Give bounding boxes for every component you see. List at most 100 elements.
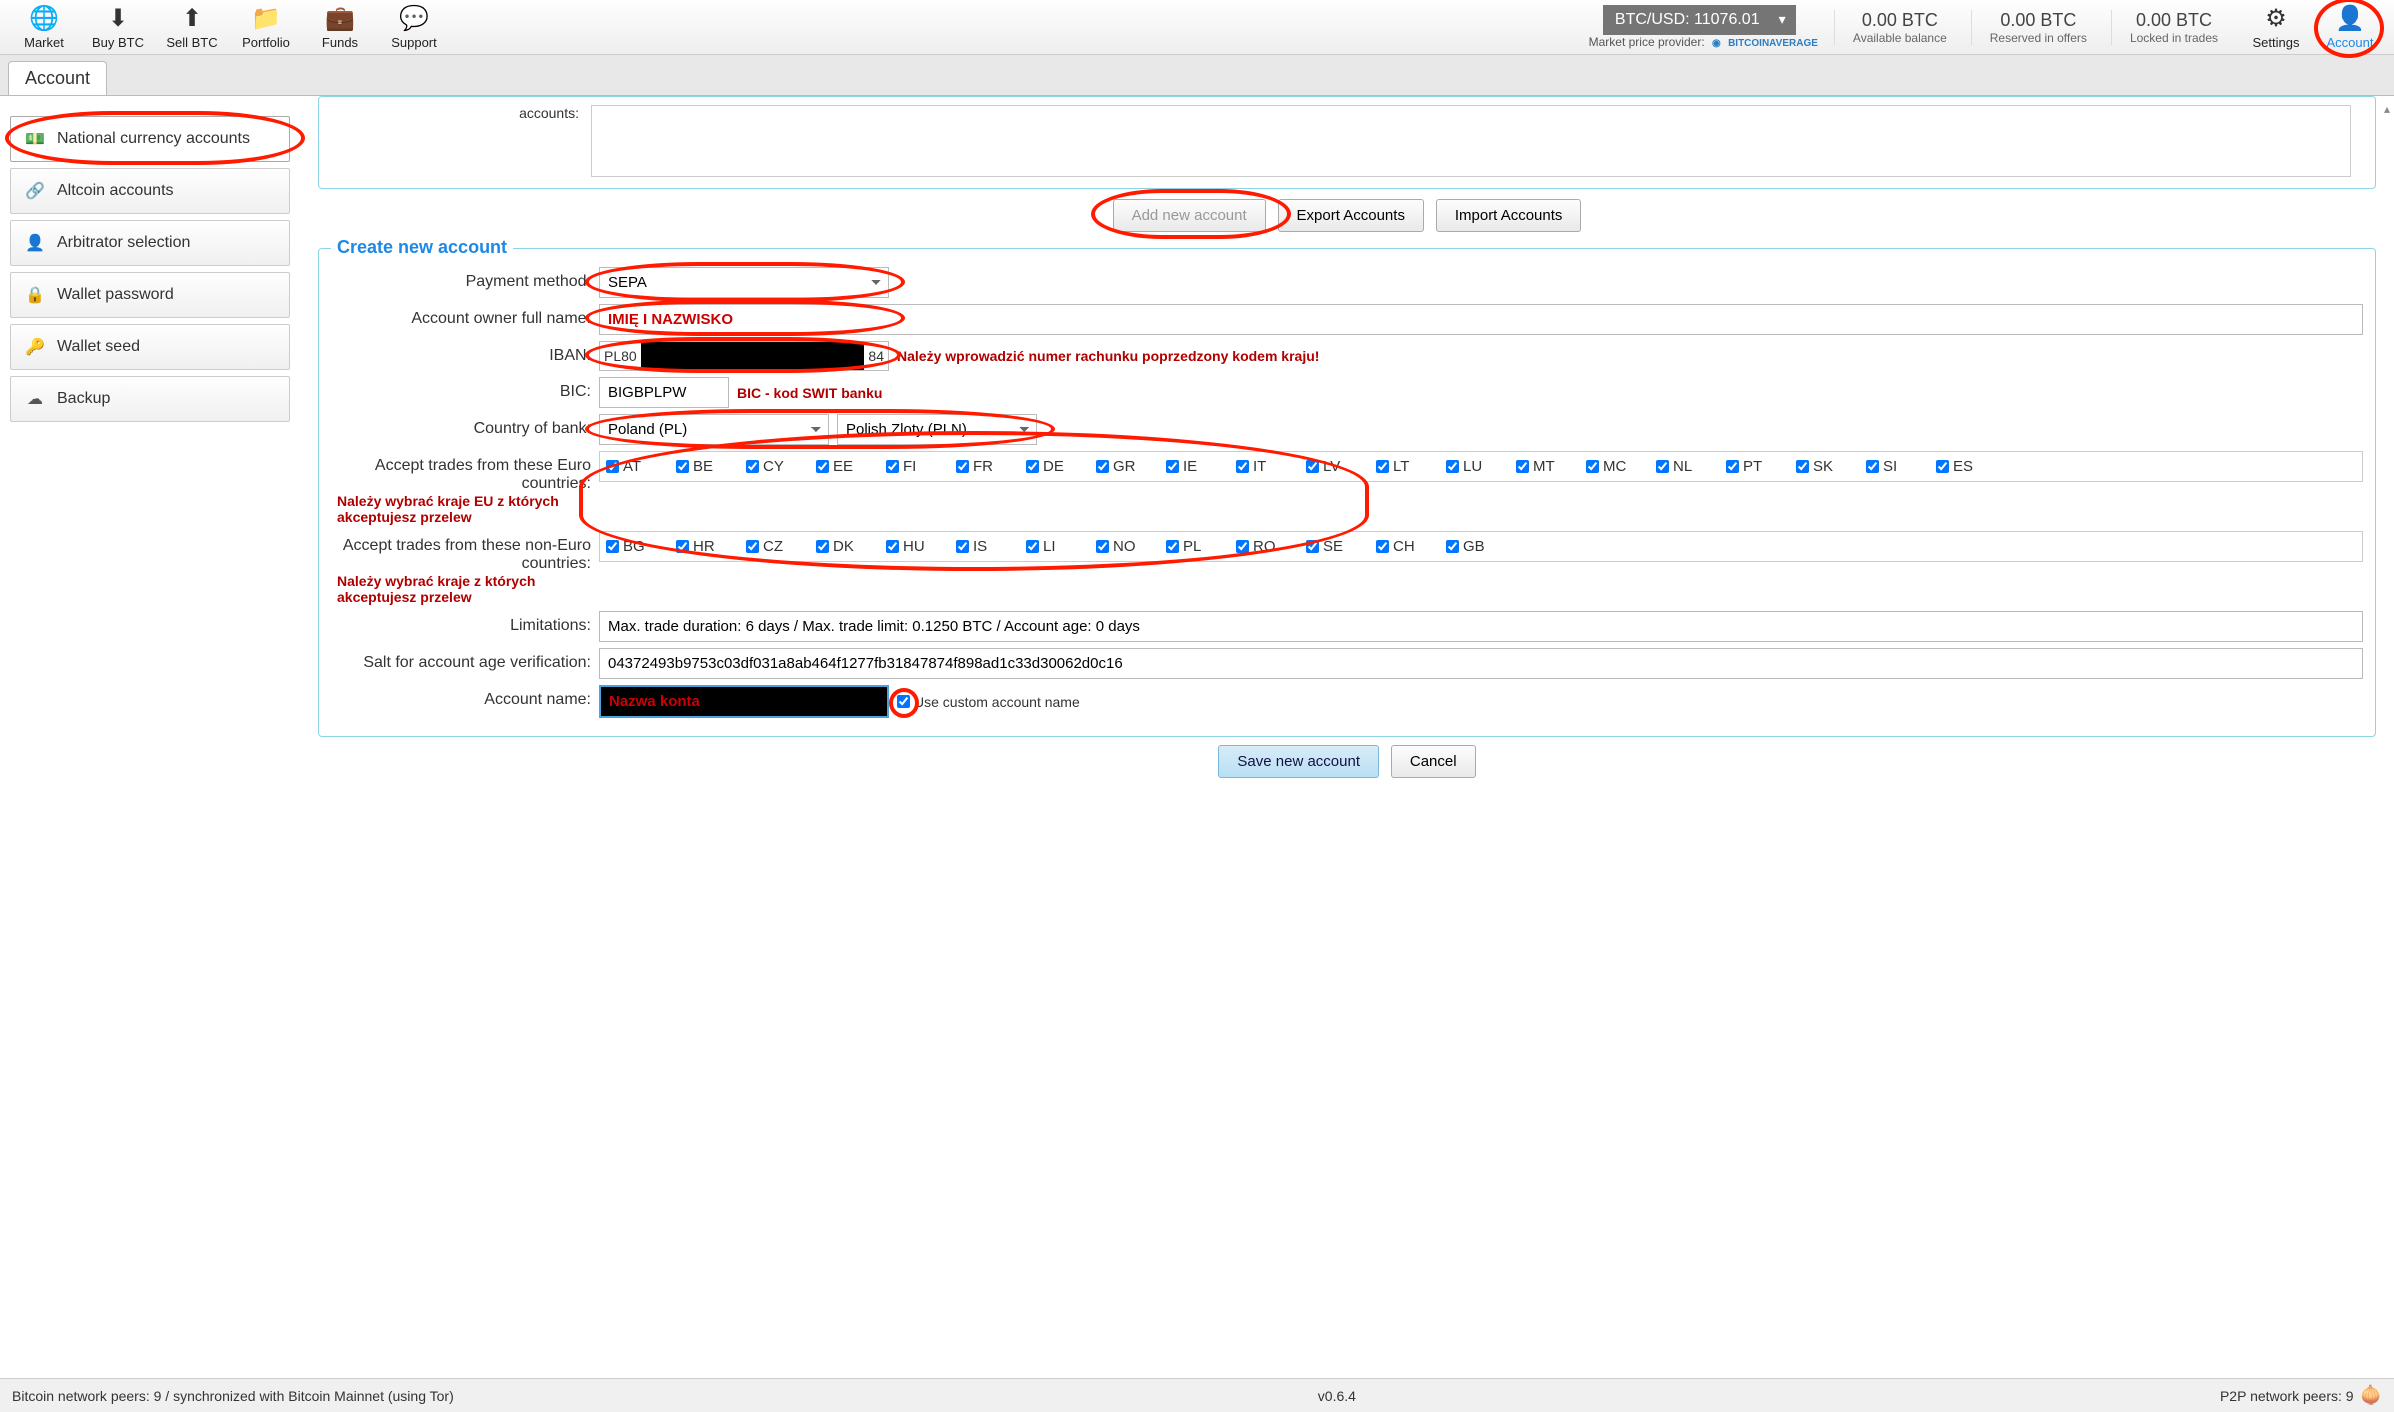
account-name-input[interactable] [599, 685, 889, 718]
country-checkbox-cz[interactable] [746, 540, 759, 553]
country-gb[interactable]: GB [1446, 538, 1508, 555]
country-de[interactable]: DE [1026, 458, 1088, 475]
country-checkbox-sk[interactable] [1796, 460, 1809, 473]
market-price-dropdown[interactable]: BTC/USD: 11076.01 [1603, 5, 1796, 35]
custom-name-checkbox[interactable] [897, 695, 910, 708]
sidebar-item-wallet-password[interactable]: 🔒 Wallet password [10, 272, 290, 318]
country-checkbox-ee[interactable] [816, 460, 829, 473]
country-checkbox-no[interactable] [1096, 540, 1109, 553]
country-is[interactable]: IS [956, 538, 1018, 555]
country-lu[interactable]: LU [1446, 458, 1508, 475]
country-pl[interactable]: PL [1166, 538, 1228, 555]
market-button[interactable]: 🌐 Market [10, 4, 78, 50]
country-es[interactable]: ES [1936, 458, 1998, 475]
country-be[interactable]: BE [676, 458, 738, 475]
country-checkbox-gr[interactable] [1096, 460, 1109, 473]
country-pt[interactable]: PT [1726, 458, 1788, 475]
country-checkbox-hr[interactable] [676, 540, 689, 553]
country-hu[interactable]: HU [886, 538, 948, 555]
account-button[interactable]: 👤 Account [2316, 4, 2384, 50]
funds-button[interactable]: 💼 Funds [306, 4, 374, 50]
buy-btc-button[interactable]: ⬇ Buy BTC [84, 4, 152, 50]
country-checkbox-ch[interactable] [1376, 540, 1389, 553]
country-checkbox-hu[interactable] [886, 540, 899, 553]
country-checkbox-pt[interactable] [1726, 460, 1739, 473]
sidebar-item-national-currency[interactable]: 💵 National currency accounts [10, 116, 290, 162]
country-checkbox-es[interactable] [1936, 460, 1949, 473]
country-checkbox-se[interactable] [1306, 540, 1319, 553]
sidebar-item-backup[interactable]: ☁ Backup [10, 376, 290, 422]
country-checkbox-lt[interactable] [1376, 460, 1389, 473]
country-mt[interactable]: MT [1516, 458, 1578, 475]
country-se[interactable]: SE [1306, 538, 1368, 555]
country-checkbox-fr[interactable] [956, 460, 969, 473]
country-select[interactable]: Poland (PL) [599, 414, 829, 445]
export-accounts-button[interactable]: Export Accounts [1278, 199, 1424, 232]
country-fr[interactable]: FR [956, 458, 1018, 475]
settings-button[interactable]: ⚙ Settings [2242, 4, 2310, 50]
country-ie[interactable]: IE [1166, 458, 1228, 475]
country-lv[interactable]: LV [1306, 458, 1368, 475]
country-mc[interactable]: MC [1586, 458, 1648, 475]
country-hr[interactable]: HR [676, 538, 738, 555]
country-gr[interactable]: GR [1096, 458, 1158, 475]
country-fi[interactable]: FI [886, 458, 948, 475]
country-checkbox-ro[interactable] [1236, 540, 1249, 553]
scroll-up-icon[interactable]: ▴ [2384, 102, 2390, 116]
save-new-account-button[interactable]: Save new account [1218, 745, 1379, 778]
portfolio-button[interactable]: 📁 Portfolio [232, 4, 300, 50]
country-checkbox-lu[interactable] [1446, 460, 1459, 473]
country-checkbox-li[interactable] [1026, 540, 1039, 553]
country-nl[interactable]: NL [1656, 458, 1718, 475]
country-at[interactable]: AT [606, 458, 668, 475]
country-checkbox-is[interactable] [956, 540, 969, 553]
country-cz[interactable]: CZ [746, 538, 808, 555]
country-checkbox-mc[interactable] [1586, 460, 1599, 473]
country-checkbox-nl[interactable] [1656, 460, 1669, 473]
accounts-list[interactable] [591, 105, 2351, 177]
country-checkbox-pl[interactable] [1166, 540, 1179, 553]
country-bg[interactable]: BG [606, 538, 668, 555]
country-cy[interactable]: CY [746, 458, 808, 475]
country-ch[interactable]: CH [1376, 538, 1438, 555]
add-new-account-button[interactable]: Add new account [1113, 199, 1266, 232]
country-checkbox-fi[interactable] [886, 460, 899, 473]
country-checkbox-ie[interactable] [1166, 460, 1179, 473]
country-checkbox-it[interactable] [1236, 460, 1249, 473]
country-it[interactable]: IT [1236, 458, 1298, 475]
country-si[interactable]: SI [1866, 458, 1928, 475]
country-checkbox-dk[interactable] [816, 540, 829, 553]
support-button[interactable]: 💬 Support [380, 4, 448, 50]
country-code: ES [1953, 458, 1973, 475]
country-ee[interactable]: EE [816, 458, 878, 475]
tab-account[interactable]: Account [8, 61, 107, 95]
country-checkbox-be[interactable] [676, 460, 689, 473]
country-checkbox-cy[interactable] [746, 460, 759, 473]
country-checkbox-lv[interactable] [1306, 460, 1319, 473]
country-checkbox-mt[interactable] [1516, 460, 1529, 473]
country-dk[interactable]: DK [816, 538, 878, 555]
country-checkbox-de[interactable] [1026, 460, 1039, 473]
bic-input[interactable] [599, 377, 729, 408]
owner-input[interactable] [599, 304, 2363, 335]
payment-method-select[interactable]: SEPA [599, 267, 889, 298]
briefcase-icon: 💼 [325, 4, 355, 33]
sell-btc-button[interactable]: ⬆ Sell BTC [158, 4, 226, 50]
country-checkbox-at[interactable] [606, 460, 619, 473]
sidebar-item-wallet-seed[interactable]: 🔑 Wallet seed [10, 324, 290, 370]
import-accounts-button[interactable]: Import Accounts [1436, 199, 1582, 232]
country-sk[interactable]: SK [1796, 458, 1858, 475]
country-li[interactable]: LI [1026, 538, 1088, 555]
country-no[interactable]: NO [1096, 538, 1158, 555]
sidebar-item-altcoin[interactable]: 🔗 Altcoin accounts [10, 168, 290, 214]
country-ro[interactable]: RO [1236, 538, 1298, 555]
country-lt[interactable]: LT [1376, 458, 1438, 475]
sidebar-item-arbitrator[interactable]: 👤 Arbitrator selection [10, 220, 290, 266]
form-title: Create new account [331, 237, 513, 258]
cancel-button[interactable]: Cancel [1391, 745, 1476, 778]
country-checkbox-gb[interactable] [1446, 540, 1459, 553]
currency-select[interactable]: Polish Zloty (PLN) [837, 414, 1037, 445]
country-checkbox-si[interactable] [1866, 460, 1879, 473]
cloud-icon: ☁ [25, 389, 45, 409]
country-checkbox-bg[interactable] [606, 540, 619, 553]
